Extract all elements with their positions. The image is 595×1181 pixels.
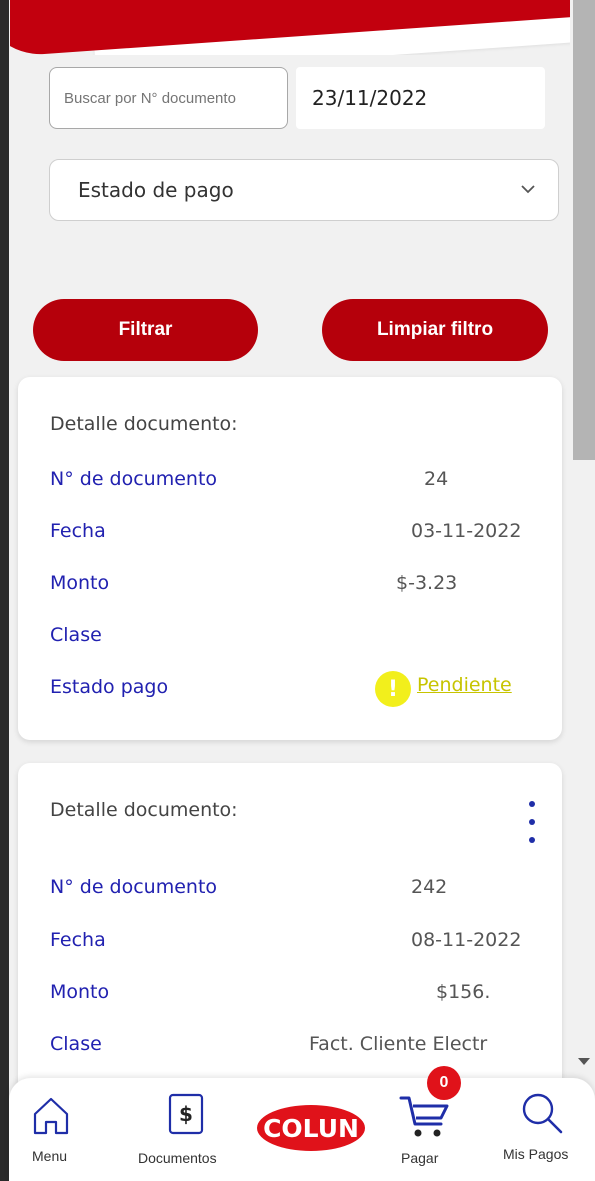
svg-text:COLUN: COLUN — [263, 1114, 359, 1143]
document-card-title: Detalle documento: — [50, 413, 238, 435]
document-dollar-icon: $ — [168, 1093, 204, 1135]
document-number-label: N° de documento — [50, 468, 218, 490]
scrollbar-thumb[interactable] — [573, 0, 595, 460]
search-icon — [522, 1093, 563, 1134]
bottom-navigation: Menu $ Documentos COLUN 0 Pagar Mis Pago… — [9, 1066, 595, 1181]
search-input[interactable] — [49, 67, 288, 129]
chevron-down-icon — [521, 185, 535, 194]
document-amount-value: $156. — [436, 981, 491, 1003]
warning-icon: ! — [375, 671, 411, 707]
document-amount-label: Monto — [50, 572, 110, 594]
document-card: Detalle documento: N° de documento 242 F… — [18, 763, 562, 1103]
document-class-value: Fact. Cliente Electr — [309, 1033, 488, 1055]
status-pending-link[interactable]: Pendiente — [417, 674, 512, 696]
filter-button[interactable]: Filtrar — [33, 299, 258, 361]
document-card-title: Detalle documento: — [50, 799, 238, 821]
document-date-label: Fecha — [50, 520, 106, 542]
date-field[interactable]: 23/11/2022 — [296, 67, 545, 129]
nav-item-pay[interactable]: Pagar — [389, 1088, 461, 1173]
svg-text:$: $ — [179, 1102, 193, 1126]
cart-icon — [399, 1096, 449, 1137]
document-date-label: Fecha — [50, 929, 106, 951]
document-amount-value: $-3.23 — [396, 572, 458, 594]
document-date-value: 03-11-2022 — [411, 520, 522, 542]
document-date-value: 08-11-2022 — [411, 929, 522, 951]
nav-label-documents: Documentos — [138, 1150, 217, 1166]
nav-item-menu[interactable]: Menu — [21, 1088, 81, 1173]
document-card: Detalle documento: N° de documento 24 Fe… — [18, 377, 562, 740]
nav-label-pay: Pagar — [401, 1150, 439, 1166]
status-select[interactable]: Estado de pago — [49, 159, 559, 221]
home-icon — [33, 1097, 69, 1135]
document-class-label: Clase — [50, 624, 102, 646]
document-number-value: 24 — [424, 468, 449, 490]
scroll-down-arrow-icon[interactable] — [578, 1058, 590, 1065]
status-select-value: Estado de pago — [78, 178, 234, 202]
more-options-icon[interactable] — [526, 801, 538, 847]
clear-filter-button[interactable]: Limpiar filtro — [322, 299, 548, 361]
nav-label-menu: Menu — [32, 1148, 68, 1164]
document-class-label: Clase — [50, 1033, 102, 1055]
document-amount-label: Monto — [50, 981, 110, 1003]
nav-item-documents[interactable]: $ Documentos — [133, 1088, 245, 1173]
nav-label-my-payments: Mis Pagos — [503, 1146, 569, 1162]
document-number-label: N° de documento — [50, 876, 218, 898]
header-banner — [10, 0, 580, 55]
document-status-label: Estado pago — [50, 676, 169, 698]
nav-item-my-payments[interactable]: Mis Pagos — [501, 1088, 587, 1173]
document-number-value: 242 — [411, 876, 448, 898]
window-frame — [0, 0, 9, 1181]
colun-logo: COLUN — [257, 1105, 365, 1151]
